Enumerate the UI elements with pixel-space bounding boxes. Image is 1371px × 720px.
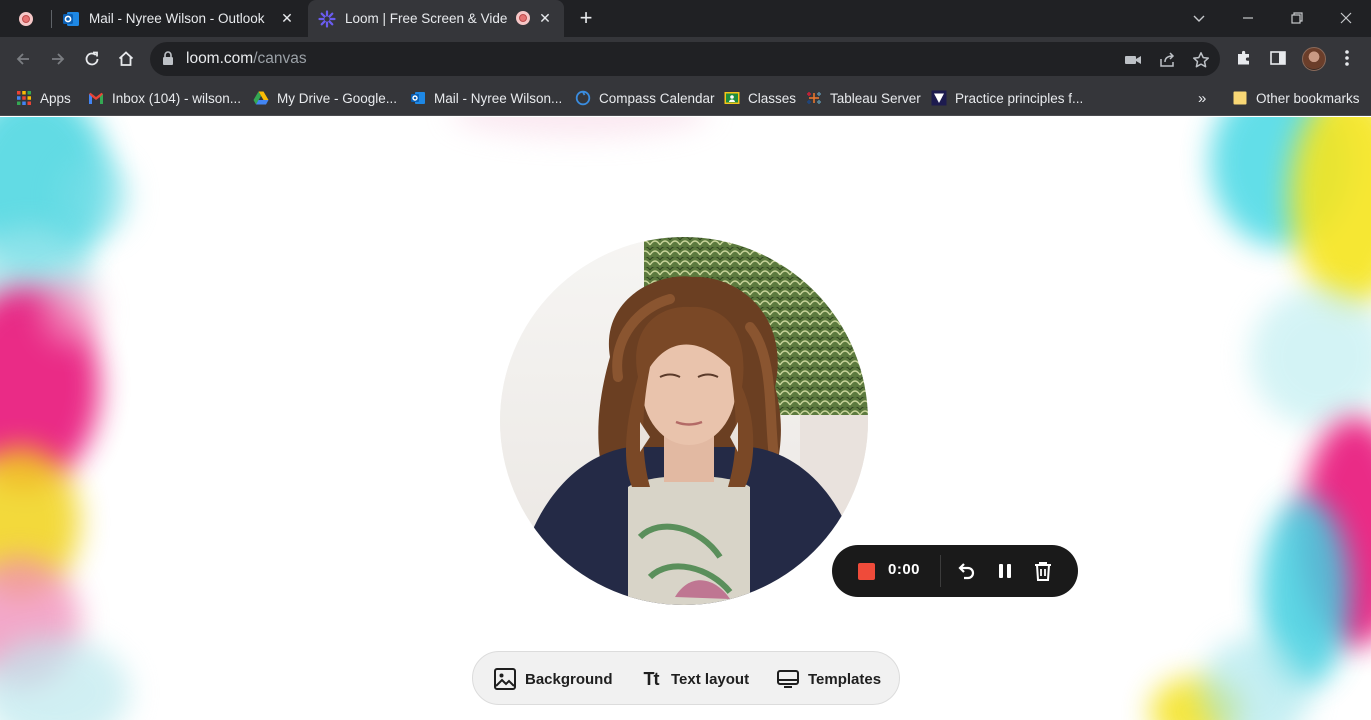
share-icon[interactable] <box>1156 49 1178 71</box>
outlook-icon <box>63 11 79 26</box>
tab-strip: Mail - Nyree Wilson - Outlook ✕ Loom | F… <box>0 0 1371 37</box>
trash-icon <box>1035 562 1051 581</box>
background-label: Background <box>525 670 613 688</box>
profile-avatar[interactable] <box>1302 47 1326 71</box>
folder-icon <box>1233 91 1247 105</box>
tab-search-chevron-icon[interactable] <box>1185 4 1213 32</box>
back-button[interactable] <box>9 45 37 73</box>
text-layout-label: Text layout <box>671 670 750 688</box>
browser-toolbar: loom.com/canvas <box>0 37 1371 81</box>
minimize-icon[interactable] <box>1234 4 1262 32</box>
loom-icon <box>318 9 336 28</box>
side-panel-icon[interactable] <box>1265 45 1291 71</box>
background-button[interactable]: Background <box>493 666 613 692</box>
bookmark-label: Inbox (104) - wilson... <box>112 90 242 106</box>
url-text: loom.com/canvas <box>186 50 307 68</box>
text-size-icon: Tt <box>643 668 660 689</box>
tab-title: Loom | Free Screen & Video <box>345 11 507 26</box>
url-domain: loom.com <box>186 50 254 67</box>
camera-in-use-icon[interactable] <box>1122 49 1144 71</box>
forward-button[interactable] <box>44 45 72 73</box>
recording-controls: 0:00 <box>832 545 1078 597</box>
lock-icon <box>163 51 173 65</box>
bookmark-google-drive[interactable]: My Drive - Google... <box>253 87 397 109</box>
tab-outlook[interactable]: Mail - Nyree Wilson - Outlook ✕ <box>52 0 306 37</box>
compass-icon <box>575 90 591 106</box>
bookmark-label: Apps <box>40 90 71 106</box>
tab-close-icon[interactable]: ✕ <box>278 9 296 27</box>
camera-bubble[interactable] <box>500 237 868 605</box>
tab-title: Mail - Nyree Wilson - Outlook <box>89 11 265 26</box>
gmail-icon <box>89 92 103 104</box>
templates-button[interactable]: Templates <box>776 666 881 692</box>
pause-button[interactable] <box>993 559 1017 583</box>
canvas-options-bar: Background Tt Text layout Templates <box>472 651 900 705</box>
classroom-icon <box>724 92 740 104</box>
address-bar[interactable]: loom.com/canvas <box>150 42 1220 76</box>
bookmark-label: Compass Calendar <box>599 90 715 106</box>
bookmark-label: Tableau Server <box>830 90 921 106</box>
bookmark-practice-principles[interactable]: Practice principles f... <box>931 87 1083 109</box>
home-icon <box>118 51 134 66</box>
google-drive-icon <box>253 91 269 105</box>
bookmark-classes[interactable]: Classes <box>724 87 796 109</box>
outlook-icon <box>411 92 425 104</box>
bookmark-gmail[interactable]: Inbox (104) - wilson... <box>88 87 241 109</box>
home-button[interactable] <box>112 45 140 73</box>
bookmark-other-bookmarks[interactable]: Other bookmarks <box>1232 87 1360 109</box>
undo-icon <box>958 563 975 580</box>
bookmark-label: Other bookmarks <box>1256 90 1360 106</box>
extensions-puzzle-icon[interactable] <box>1231 45 1257 71</box>
reload-button[interactable] <box>78 45 106 73</box>
practice-principles-icon <box>931 90 947 106</box>
delete-recording-button[interactable] <box>1031 559 1055 583</box>
bookmark-label: Practice principles f... <box>955 90 1084 106</box>
back-arrow-icon <box>16 53 29 65</box>
bookmark-tableau-server[interactable]: Tableau Server <box>806 87 921 109</box>
tableau-icon <box>807 92 821 104</box>
restart-button[interactable] <box>954 559 978 583</box>
bookmark-outlook[interactable]: Mail - Nyree Wilson... <box>410 87 562 109</box>
recording-timer: 0:00 <box>888 561 921 578</box>
bookmarks-bar: Apps Inbox (104) - wilson... My Drive - … <box>0 81 1371 116</box>
recording-dot-icon <box>19 11 33 26</box>
monitor-icon <box>776 667 800 691</box>
bookmarks-overflow-chevron[interactable]: » <box>1198 87 1206 109</box>
pause-icon <box>999 564 1011 578</box>
controls-divider <box>940 555 941 587</box>
url-path: /canvas <box>253 50 307 67</box>
bookmark-compass-calendar[interactable]: Compass Calendar <box>575 87 715 109</box>
new-tab-button[interactable]: + <box>574 7 598 31</box>
text-layout-button[interactable]: Tt Text layout <box>639 666 750 692</box>
tab-loom[interactable]: Loom | Free Screen & Video ✕ <box>308 0 564 37</box>
loom-canvas: 0:00 Background Tt Text layout Templates <box>0 117 1371 720</box>
bookmark-star-icon[interactable] <box>1190 49 1212 71</box>
chrome-menu-icon[interactable] <box>1334 45 1360 71</box>
apps-grid-icon <box>17 91 31 105</box>
bookmark-label: My Drive - Google... <box>277 90 398 106</box>
bookmark-label: Mail - Nyree Wilson... <box>434 90 563 106</box>
browser-window: Mail - Nyree Wilson - Outlook ✕ Loom | F… <box>0 0 1371 720</box>
image-icon <box>493 667 517 691</box>
reload-icon <box>85 51 99 66</box>
stop-recording-button[interactable] <box>858 563 875 580</box>
templates-label: Templates <box>808 670 882 688</box>
bookmark-apps[interactable]: Apps <box>16 87 71 109</box>
webcam-video-feed <box>500 237 868 605</box>
bookmark-label: Classes <box>748 90 797 106</box>
forward-arrow-icon <box>52 53 65 65</box>
tab-close-icon[interactable]: ✕ <box>536 9 554 27</box>
double-chevron-icon: » <box>1198 89 1207 107</box>
recording-dot-icon <box>516 11 530 25</box>
close-window-icon[interactable] <box>1332 4 1360 32</box>
restore-icon[interactable] <box>1283 4 1311 32</box>
tab-recording[interactable] <box>0 0 52 37</box>
